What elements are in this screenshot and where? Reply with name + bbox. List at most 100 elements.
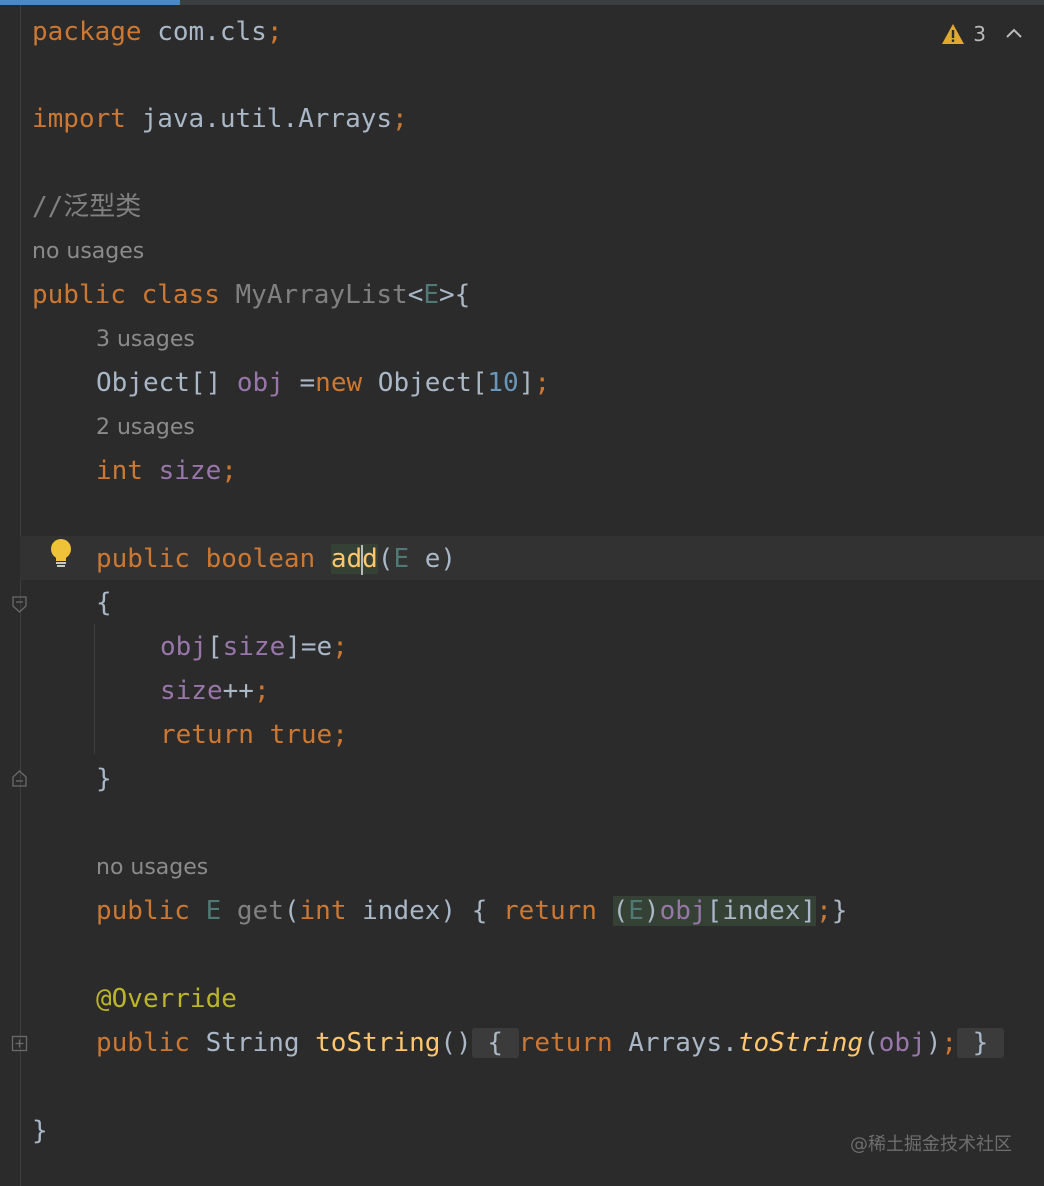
keyword: boolean xyxy=(205,544,316,574)
inspection-widget[interactable]: 3 xyxy=(941,18,1024,50)
brace: { xyxy=(487,1028,504,1058)
code-line[interactable]: } xyxy=(96,761,112,797)
field-name: size xyxy=(222,632,286,662)
code-line[interactable]: import java.util.Arrays; xyxy=(32,101,408,137)
code-line[interactable]: obj[size]=e; xyxy=(160,629,348,665)
type-param: E xyxy=(205,896,222,926)
keyword: public xyxy=(96,896,190,926)
method-name: d xyxy=(362,544,378,574)
semicolon: ; xyxy=(266,17,283,47)
operator: = xyxy=(283,368,316,398)
chevron-up-icon[interactable] xyxy=(1004,24,1024,44)
fold-close-icon[interactable] xyxy=(11,770,28,787)
code-line[interactable]: Object[] obj =new Object[10]; xyxy=(96,365,550,401)
method-name: ad xyxy=(330,544,363,574)
keyword: public xyxy=(96,544,190,574)
punct: ( xyxy=(863,1028,879,1058)
package-name: com.cls xyxy=(141,17,267,47)
punct: < xyxy=(407,280,424,310)
code-line[interactable]: public class MyArrayList<E>{ xyxy=(32,277,470,313)
parameter: e) xyxy=(409,544,457,574)
brace: } xyxy=(972,1028,989,1058)
punct: ( xyxy=(377,544,394,574)
type-name: Object[] xyxy=(96,368,222,398)
semicolon: ; xyxy=(941,1028,957,1058)
semicolon: ; xyxy=(534,368,550,398)
keyword: package xyxy=(32,17,142,47)
type-param: E xyxy=(423,280,440,310)
code-editor[interactable]: 3 package com.cls; import java.util.Arra… xyxy=(0,0,1044,1186)
semicolon: ; xyxy=(253,676,270,706)
punct: ) xyxy=(925,1028,942,1058)
warning-icon xyxy=(942,24,965,44)
keyword: return xyxy=(160,720,254,750)
type-param: E xyxy=(628,896,644,926)
class-name: MyArrayList xyxy=(235,280,408,310)
inspection-highlight[interactable]: (E)obj[index] xyxy=(612,896,817,926)
code-line[interactable]: public boolean add(E e) xyxy=(96,541,456,577)
punct: >{ xyxy=(439,280,471,310)
code-line[interactable]: @Override xyxy=(96,981,237,1017)
code-line[interactable]: //泛型类 xyxy=(32,189,141,225)
expression: ]=e xyxy=(285,632,333,662)
method-name: get xyxy=(236,896,284,926)
lightbulb-icon[interactable] xyxy=(48,538,74,568)
punct: ( xyxy=(283,896,300,926)
usage-hint[interactable]: 3 usages xyxy=(96,325,195,355)
operator: ++ xyxy=(222,676,254,706)
method-name: toString xyxy=(315,1028,441,1058)
usage-hint[interactable]: 2 usages xyxy=(96,413,195,443)
editor-tab-strip xyxy=(0,0,1044,5)
punct: ] xyxy=(518,368,535,398)
code-line[interactable]: public E get(int index) { return (E)obj[… xyxy=(96,893,847,929)
code-line[interactable]: } xyxy=(32,1113,48,1149)
punct: ) xyxy=(643,896,660,926)
field-name: obj xyxy=(160,632,207,662)
active-tab-indicator xyxy=(0,0,180,5)
semicolon: ; xyxy=(392,104,408,134)
semicolon: ; xyxy=(332,632,348,662)
brace: } xyxy=(831,896,848,926)
brace: } xyxy=(32,1116,48,1146)
folded-region[interactable]: } xyxy=(957,1028,1004,1058)
field-name: size xyxy=(160,676,223,706)
watermark: @稀土掘金技术社区 xyxy=(850,1134,1012,1155)
punct: [ xyxy=(206,632,223,662)
punct: ( xyxy=(612,896,629,926)
fold-expand-icon[interactable] xyxy=(11,1035,28,1052)
number-literal: 10 xyxy=(487,368,519,398)
brace: { xyxy=(96,588,112,618)
comment: //泛型类 xyxy=(32,192,142,222)
warning-count: 3 xyxy=(973,22,986,46)
parameter: index) { xyxy=(346,896,504,926)
keyword: int xyxy=(299,896,347,926)
code-line[interactable]: { xyxy=(96,585,112,621)
code-line[interactable]: size++; xyxy=(160,673,270,709)
type-name: Object[ xyxy=(377,368,488,398)
code-line[interactable]: int size; xyxy=(96,453,237,489)
semicolon: ; xyxy=(332,720,348,750)
field-name: obj xyxy=(878,1028,926,1058)
folded-region[interactable]: { xyxy=(471,1028,519,1058)
punct: () xyxy=(440,1028,472,1058)
field-name: obj xyxy=(659,896,707,926)
keyword: return xyxy=(503,896,597,926)
usage-hint[interactable]: no usages xyxy=(32,237,144,267)
indent-guide xyxy=(94,624,95,754)
code-line[interactable]: return true; xyxy=(160,717,348,753)
index-expression: [index] xyxy=(706,896,817,926)
code-line[interactable]: public String toString() { return Arrays… xyxy=(96,1025,1004,1061)
import-path: java.util.Arrays xyxy=(125,104,393,134)
fold-open-icon[interactable] xyxy=(11,596,28,613)
keyword: public xyxy=(32,280,126,310)
code-line[interactable]: package com.cls; xyxy=(32,14,282,50)
class-ref: Arrays. xyxy=(628,1028,738,1058)
keyword: class xyxy=(141,280,220,310)
field-name: obj xyxy=(236,368,284,398)
usage-hint[interactable]: no usages xyxy=(96,853,208,883)
type-name: String xyxy=(205,1028,300,1058)
keyword: public xyxy=(96,1028,190,1058)
semicolon: ; xyxy=(221,456,237,486)
keyword: int xyxy=(96,456,143,486)
semicolon: ; xyxy=(816,896,832,926)
